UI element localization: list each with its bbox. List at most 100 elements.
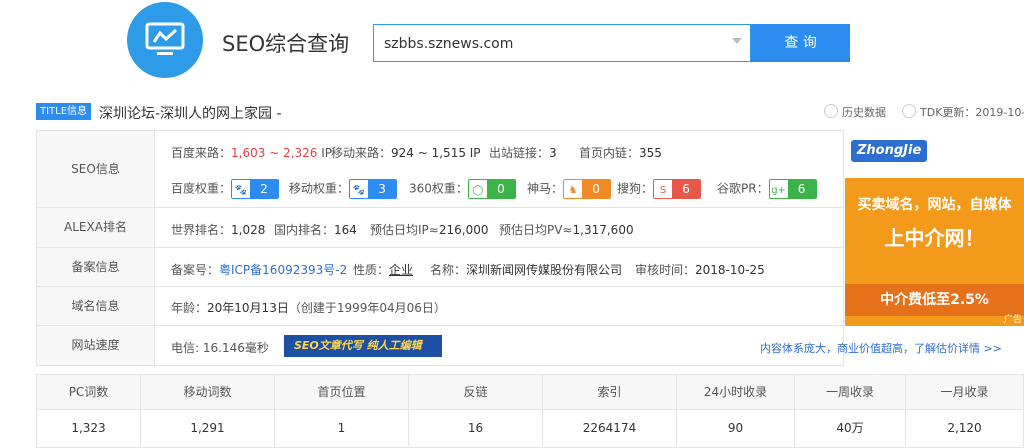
domestic-rank: 国内排名：164 <box>274 221 357 238</box>
stats-header: 索引 <box>543 375 677 409</box>
est-ip-value: 216,000 <box>438 223 489 237</box>
stats-header: 反链 <box>409 375 543 409</box>
stats-table: PC词数 移动词数 首页位置 反链 索引 24小时收录 一周收录 一月收录 1,… <box>36 374 1024 448</box>
stats-value[interactable]: 1,323 <box>37 410 141 446</box>
baidu-source-value[interactable]: 1,603 ~ 2,326 <box>231 146 317 160</box>
site-logo[interactable] <box>127 2 203 78</box>
search-input[interactable] <box>382 33 716 55</box>
shenma-weight[interactable]: 神马： ♞ 0 <box>527 179 612 199</box>
history-data-button[interactable]: 历史数据 <box>824 104 886 120</box>
mobile-source-value[interactable]: 924 ~ 1,515 IP <box>391 146 481 160</box>
seo-writing-ad[interactable]: SEO文章代写 纯人工编辑 <box>284 335 442 357</box>
title-badge: TITLE信息 <box>36 103 92 120</box>
google-pr-value: 6 <box>787 180 816 198</box>
seo-info-table: SEO信息 ALEXA排名 备案信息 域名信息 网站速度 百度来路：1,603 … <box>36 130 844 366</box>
layers-icon <box>824 104 838 118</box>
paw-icon: 🐾 <box>350 182 369 198</box>
google-pr[interactable]: 谷歌PR： g+ 6 <box>717 179 817 199</box>
icp-number: 备案号：粤ICP备16092393号-2 <box>171 261 347 278</box>
weight-360-label: 360权重： <box>409 181 468 196</box>
stats-header: PC词数 <box>37 375 141 409</box>
weight-360[interactable]: 360权重： ◯ 0 <box>409 179 516 199</box>
divider <box>37 207 843 208</box>
stats-value[interactable]: 1 <box>275 410 409 446</box>
ad-line3: 中介费低至2.5% <box>845 284 1024 316</box>
stats-value[interactable]: 2,120 <box>906 410 1023 446</box>
domestic-rank-value[interactable]: 164 <box>334 223 357 237</box>
world-rank: 世界排名：1,028 <box>171 221 265 238</box>
side-advertisement[interactable]: ZhongJie 买卖域名，网站，自媒体 上中介网！ 中介费低至2.5% 广告 <box>845 130 1024 326</box>
search-button[interactable]: 查 询 <box>751 24 850 62</box>
history-label: 历史数据 <box>842 106 886 119</box>
icp-number-link[interactable]: 粤ICP备16092393号-2 <box>219 263 347 277</box>
telecom-speed: 电信: 16.146毫秒 <box>171 341 269 355</box>
sogou-icon: S <box>654 182 673 198</box>
stats-value[interactable]: 40万 <box>795 410 906 446</box>
world-rank-value[interactable]: 1,028 <box>231 223 265 237</box>
icp-audit-label: 审核时间： <box>635 263 696 277</box>
mobile-weight-label: 移动权重： <box>289 181 350 196</box>
stats-value[interactable]: 2264174 <box>543 410 677 446</box>
ad-line1: 买卖域名，网站，自媒体 <box>857 197 1012 213</box>
homepage-links-label: 首页内链： <box>579 146 640 160</box>
page-title: SEO综合查询 <box>222 32 350 56</box>
dropdown-arrow-icon[interactable] <box>732 38 742 44</box>
mobile-source: 移动来路：924 ~ 1,515 IP <box>331 144 481 161</box>
baidu-weight-value: 2 <box>250 180 279 198</box>
icp-nature-value[interactable]: 企业 <box>389 263 413 277</box>
stats-header: 一月收录 <box>906 375 1023 409</box>
stats-header: 移动词数 <box>141 375 275 409</box>
world-rank-label: 世界排名： <box>171 223 232 237</box>
stats-value[interactable]: 90 <box>677 410 795 446</box>
row-label-seo: SEO信息 <box>37 131 155 207</box>
google-pr-label: 谷歌PR： <box>717 181 769 196</box>
icp-name: 名称：深圳新闻网传媒股份有限公司 <box>430 261 622 278</box>
mobile-weight[interactable]: 移动权重： 🐾 3 <box>289 179 398 199</box>
search-box <box>373 24 751 62</box>
baidu-source-label: 百度来路： <box>171 146 232 160</box>
domestic-rank-label: 国内排名： <box>274 223 335 237</box>
stats-header: 24小时收录 <box>677 375 795 409</box>
shenma-value: 0 <box>582 180 611 198</box>
divider <box>37 325 843 326</box>
est-daily-ip: 预估日均IP≈216,000 <box>370 221 488 238</box>
outlinks-label: 出站链接： <box>489 146 550 160</box>
ad-header: ZhongJie <box>845 130 1024 178</box>
divider <box>37 247 843 248</box>
sogou-weight[interactable]: 搜狗： S 6 <box>617 179 702 199</box>
divider <box>37 286 843 287</box>
tdk-update-label: TDK更新：2019-10-16 <box>920 106 1024 119</box>
est-daily-pv: 预估日均PV≈1,317,600 <box>499 221 634 238</box>
est-pv-label: 预估日均PV≈ <box>499 223 573 237</box>
homepage-links: 首页内链：355 <box>579 144 662 161</box>
stats-value[interactable]: 1,291 <box>141 410 275 446</box>
refresh-icon <box>902 104 916 118</box>
icp-nature-label: 性质： <box>353 263 390 277</box>
stats-header: 一周收录 <box>795 375 906 409</box>
domain-created: （创建于1999年04月06日） <box>288 301 446 315</box>
tdk-update[interactable]: TDK更新：2019-10-16 <box>902 104 1024 120</box>
stats-header: 首页位置 <box>275 375 409 409</box>
mobile-source-label: 移动来路： <box>331 146 392 160</box>
icp-name-label: 名称： <box>430 263 467 277</box>
icp-audit: 审核时间：2018-10-25 <box>635 261 765 278</box>
homepage-links-value[interactable]: 355 <box>639 146 662 160</box>
row-label-speed: 网站速度 <box>37 326 155 365</box>
stats-value[interactable]: 16 <box>409 410 543 446</box>
row-label-domain: 域名信息 <box>37 287 155 325</box>
icp-audit-value: 2018-10-25 <box>695 263 765 277</box>
horse-icon: ♞ <box>564 182 583 198</box>
row-label-alexa: ALEXA排名 <box>37 208 155 247</box>
sogou-label: 搜狗： <box>617 181 654 196</box>
circle-icon: ◯ <box>468 182 487 198</box>
shenma-label: 神马： <box>527 181 564 196</box>
ad-mark: 广告 <box>1003 315 1022 325</box>
ad-brand-logo: ZhongJie <box>851 140 928 162</box>
outlinks-value[interactable]: 3 <box>549 146 557 160</box>
google-plus-icon: g+ <box>769 182 788 198</box>
baidu-weight[interactable]: 百度权重： 🐾 2 <box>171 179 280 199</box>
paw-icon: 🐾 <box>232 182 251 198</box>
valuation-link[interactable]: 内容体系庞大，商业价值超高，了解估价详情 >> <box>760 340 1002 356</box>
baidu-source: 百度来路：1,603 ~ 2,326 IP <box>171 144 332 161</box>
est-ip-label: 预估日均IP≈ <box>370 223 439 237</box>
